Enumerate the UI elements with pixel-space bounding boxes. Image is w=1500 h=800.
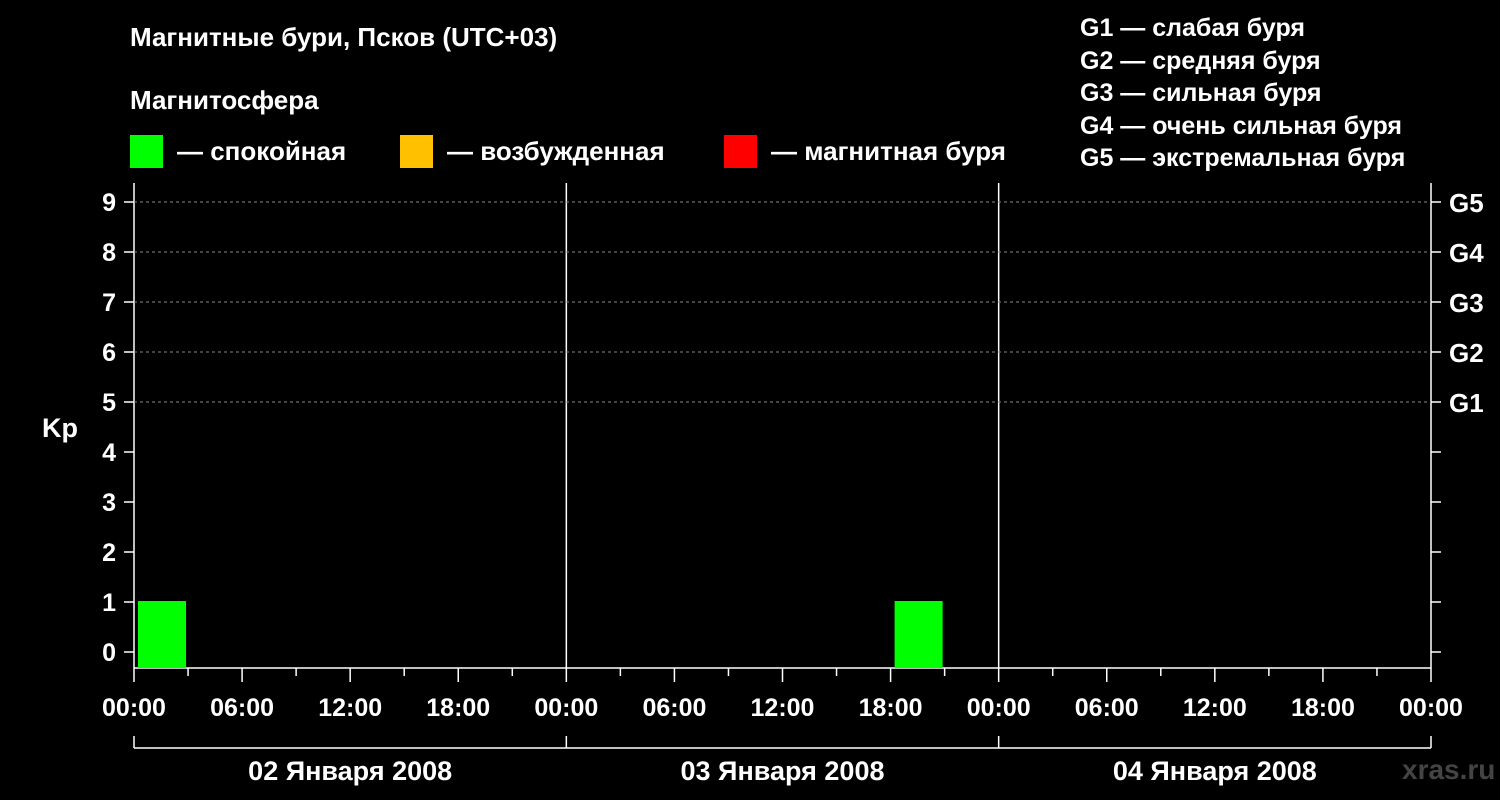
x-tick-label-12: 00:00 xyxy=(1399,694,1463,722)
kp-bar-1 xyxy=(138,601,187,668)
g-level-label-g2: G2 xyxy=(1449,338,1484,368)
y-tick-label-3: 3 xyxy=(102,489,116,517)
kp-bar-2 xyxy=(894,601,943,668)
y-tick-label-7: 7 xyxy=(102,289,116,317)
x-tick-label-3: 18:00 xyxy=(426,694,490,722)
x-tick-label-7: 18:00 xyxy=(859,694,923,722)
x-tick-label-1: 06:00 xyxy=(210,694,274,722)
kp-chart: 0 1 2 3 4 5 6 7 8 9 G1 G2 G3 G4 G5 Kp 00:00 06:00 12:00 18:… xyxy=(42,183,1484,786)
y-tick-label-2: 2 xyxy=(102,539,116,567)
x-tick-label-10: 12:00 xyxy=(1183,694,1247,722)
x-tick-label-6: 12:00 xyxy=(751,694,815,722)
g-level-label-g5: G5 xyxy=(1449,188,1484,218)
x-tick-label-5: 06:00 xyxy=(642,694,706,722)
x-tick-label-0: 00:00 xyxy=(102,694,166,722)
day-label-1: 02 Января 2008 xyxy=(248,756,452,786)
x-tick-label-4: 00:00 xyxy=(534,694,598,722)
y-tick-label-8: 8 xyxy=(102,239,116,267)
y-tick-label-9: 9 xyxy=(102,189,116,217)
x-tick-label-8: 00:00 xyxy=(967,694,1031,722)
g-level-label-g1: G1 xyxy=(1449,388,1484,418)
y-tick-label-0: 0 xyxy=(102,639,116,667)
day-label-2: 03 Января 2008 xyxy=(681,756,885,786)
y-axis-title: Kp xyxy=(42,413,78,443)
g-level-label-g4: G4 xyxy=(1449,238,1484,268)
y-tick-label-1: 1 xyxy=(102,589,116,617)
y-tick-label-5: 5 xyxy=(102,389,116,417)
g-level-label-g3: G3 xyxy=(1449,288,1484,318)
x-tick-label-11: 18:00 xyxy=(1291,694,1355,722)
watermark: xras.ru xyxy=(1402,754,1496,785)
x-tick-label-2: 12:00 xyxy=(318,694,382,722)
y-tick-label-4: 4 xyxy=(102,439,116,467)
x-tick-label-9: 06:00 xyxy=(1075,694,1139,722)
y-tick-label-6: 6 xyxy=(102,339,116,367)
day-label-3: 04 Января 2008 xyxy=(1113,756,1317,786)
